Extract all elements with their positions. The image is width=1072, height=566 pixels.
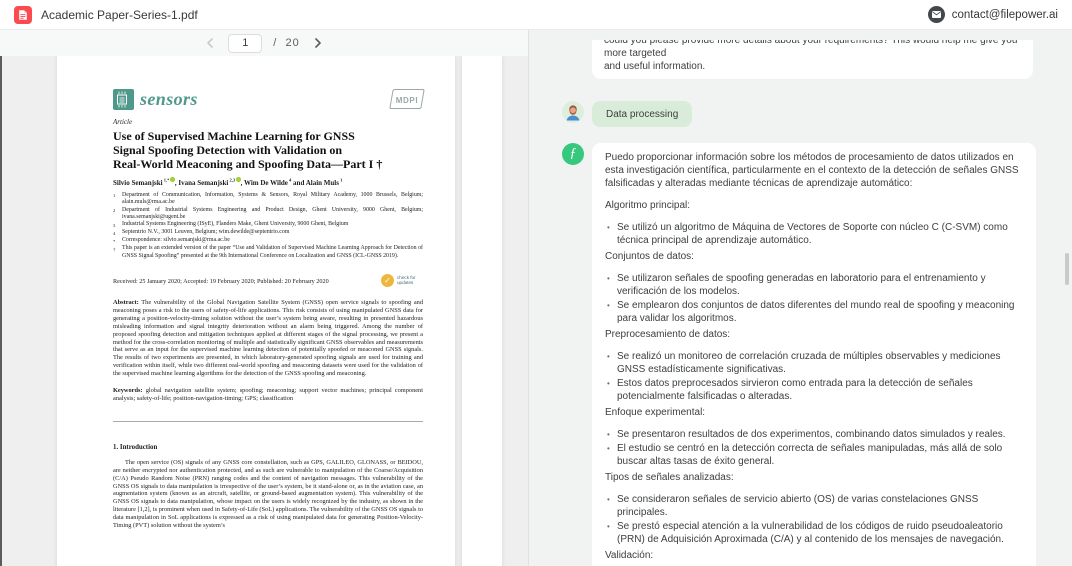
affiliation-item: 3 Industrial Systems Engineering (ISyE), … (113, 221, 349, 228)
paper-authors: Silvio Semanjski 1,*, Ivana Semanjski 2,… (113, 177, 343, 187)
author-affil-marker: 2,3 (228, 177, 236, 183)
chat-scroll-area[interactable]: could you please provide more details ab… (529, 40, 1072, 566)
assistant-previous-clipped-line: could you please provide more details ab… (604, 40, 1018, 59)
paper-title-line: Real-World Meaconing and Spoofing Data—P… (113, 157, 383, 171)
author-name: Wim De Wilde (243, 178, 288, 187)
pdf-next-page-edge (462, 56, 502, 566)
section-heading: 1. Introduction (113, 443, 158, 451)
top-bar: Academic Paper-Series-1.pdf contact@file… (0, 0, 1072, 30)
ai-bullet-list: Se consideraron señales de servicio abie… (605, 493, 1023, 546)
check-icon: ✓ (381, 273, 394, 287)
ai-bullet-list: Se realizó un monitoreo de correlación c… (605, 350, 1023, 403)
affiliation-item: † This paper is an extended version of th… (113, 245, 423, 259)
paper-dates-row: Received: 25 January 2020; Accepted: 19 … (113, 273, 423, 287)
pdf-scroll-area[interactable]: sensors MDPI Article Use of Supervised M… (0, 56, 528, 566)
author-affil-marker: 4 (287, 177, 292, 183)
user-message-bubble: Data processing (592, 101, 693, 127)
paper-header: sensors MDPI (113, 88, 425, 110)
assistant-avatar-icon: ƒ (562, 143, 584, 165)
paper-affiliations: 1 Department of Communication, Informatio… (113, 192, 423, 260)
ai-section-label: Algoritmo principal: (605, 200, 691, 211)
prev-page-button[interactable] (203, 36, 217, 50)
orcid-icon (170, 177, 175, 182)
ai-paragraph: Puedo proporcionar información sobre los… (605, 152, 1019, 189)
journal-name: sensors (140, 88, 198, 109)
ai-bullet-item: Se emplearon dos conjuntos de datos dife… (605, 299, 1023, 325)
ai-bullet-item: Se prestó especial atención a la vulnera… (605, 520, 1023, 546)
ai-bullet-item: Se presentaron resultados de dos experim… (605, 428, 1023, 441)
ai-bullet-item: El estudio se centró en la detección cor… (605, 442, 1023, 468)
author-name: Ivana Semanjski (178, 178, 229, 187)
assistant-message-previous: could you please provide more details ab… (592, 40, 1033, 79)
ai-section-label: Preprocesamiento de datos: (605, 329, 731, 340)
contact-email: contact@filepower.ai (951, 8, 1058, 21)
page-number-input[interactable] (228, 33, 263, 53)
sensors-chip-icon (113, 88, 134, 110)
paper-title-line: Signal Spoofing Detection with Validatio… (113, 143, 343, 157)
author-affil-marker: 1 (338, 177, 343, 183)
ai-bullet-list: Se utilizó un algoritmo de Máquina de Ve… (605, 221, 1023, 247)
user-avatar-icon (562, 101, 584, 123)
paper-dates: Received: 25 January 2020; Accepted: 19 … (113, 277, 329, 285)
mdpi-logo: MDPI (388, 89, 425, 109)
article-type: Article (113, 118, 133, 126)
section-divider (113, 420, 423, 422)
affiliation-item: * Correspondence: silvio.semanjski@rma.ac… (113, 237, 230, 244)
contact-info: contact@filepower.ai (927, 6, 1058, 23)
file-info: Academic Paper-Series-1.pdf (14, 5, 198, 24)
author-name: Alain Muls (305, 178, 339, 187)
file-name: Academic Paper-Series-1.pdf (41, 7, 198, 22)
pdf-file-icon (14, 5, 32, 24)
ai-bullet-item: Se consideraron señales de servicio abie… (605, 493, 1023, 519)
author-name: Silvio Semanjski (113, 178, 163, 187)
ai-bullet-item: Se utilizó un algoritmo de Máquina de Ve… (605, 221, 1023, 247)
ai-section-label: Enfoque experimental: (605, 407, 706, 418)
paper-title: Use of Supervised Machine Learning for G… (113, 129, 423, 171)
paper-keywords: Keywords: global navigation satellite sy… (113, 387, 423, 402)
pdf-page: sensors MDPI Article Use of Supervised M… (57, 56, 455, 566)
chat-panel: could you please provide more details ab… (528, 30, 1072, 566)
pdf-toolbar: / 20 (0, 30, 528, 56)
ai-bullet-list: Se utilizaron señales de spoofing genera… (605, 272, 1023, 325)
affiliation-item: 4 Septentrio N.V., 3001 Leuven, Belgium; … (113, 229, 290, 236)
email-icon (927, 6, 945, 23)
ai-section-label: Validación: (605, 550, 654, 561)
check-for-updates-badge: ✓ check for updates (381, 273, 423, 287)
journal-logo: sensors (113, 88, 198, 110)
paper-abstract: Abstract: The vulnerability of the Globa… (113, 298, 423, 378)
assistant-previous-visible-line: and useful information. (604, 61, 706, 72)
section-text: The open service (OS) signals of any GNS… (113, 458, 423, 530)
pdf-viewer-pane: / 20 (0, 30, 528, 566)
ai-section-label: Conjuntos de datos: (605, 251, 694, 262)
ai-bullet-item: Se realizó un monitoreo de correlación c… (605, 350, 1023, 376)
assistant-message-bubble: Puedo proporcionar información sobre los… (592, 143, 1036, 566)
ai-bullet-item: Estos datos preprocesados sirvieron como… (605, 377, 1023, 403)
chat-scrollbar-thumb[interactable] (1065, 253, 1069, 285)
next-page-button[interactable] (311, 36, 325, 50)
orcid-icon (236, 177, 241, 182)
affiliation-item: 2 Department of Industrial Systems Engine… (113, 206, 423, 221)
user-message-row: Data processing (562, 101, 1037, 127)
ai-bullet-list: Se presentaron resultados de dos experim… (605, 428, 1023, 468)
ai-section-label: Tipos de señales analizadas: (605, 472, 734, 483)
sidebar-edge (0, 56, 2, 566)
paper-title-line: Use of Supervised Machine Learning for G… (113, 129, 355, 143)
assistant-message-row: ƒ Puedo proporcionar información sobre l… (562, 143, 1037, 566)
ai-bullet-item: Se utilizaron señales de spoofing genera… (605, 272, 1023, 298)
author-affil-marker: 1,* (162, 177, 170, 183)
page-count: / 20 (273, 37, 300, 49)
affiliation-item: 1 Department of Communication, Informatio… (113, 191, 423, 206)
